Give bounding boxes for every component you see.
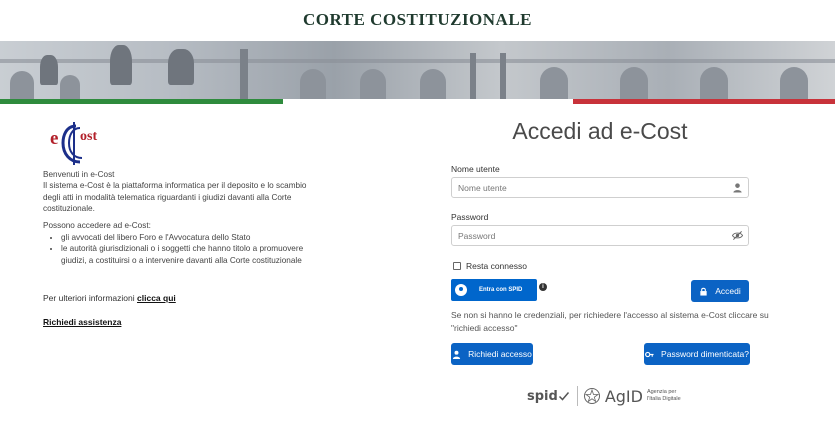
password-input[interactable]: [452, 226, 722, 246]
platform-description: Il sistema e-Cost è la piattaforma infor…: [43, 181, 307, 214]
key-icon: [645, 351, 654, 357]
username-field[interactable]: [451, 177, 749, 198]
user-icon: [733, 183, 742, 193]
svg-text:ost: ost: [80, 129, 97, 144]
agid-subtitle: Agenzia per l'Italia Digitale: [646, 389, 681, 402]
access-title: Possono accedere ad e-Cost:: [43, 220, 151, 230]
username-input[interactable]: [452, 178, 722, 198]
intro-text: Benvenuti in e-Cost Il sistema e-Cost è …: [43, 169, 318, 266]
flag-stripe-red: [573, 99, 835, 104]
info-icon[interactable]: i: [539, 283, 547, 291]
more-info-link[interactable]: clicca qui: [137, 293, 176, 303]
welcome-text: Benvenuti in e-Cost: [43, 170, 115, 179]
access-list-item: le autorità giurisdizionali o i soggetti…: [61, 243, 318, 266]
header-banner-image: [0, 41, 835, 99]
more-info-text: Per ulteriori informazioni: [43, 293, 135, 303]
access-list-item: gli avvocati del libero Foro e l'Avvocat…: [61, 232, 318, 243]
more-info: Per ulteriori informazioni clicca qui: [43, 293, 176, 303]
user-icon: [453, 350, 461, 359]
spid-user-icon: [455, 284, 467, 296]
agid-logo-text: AgID: [604, 386, 643, 406]
spid-button-label: Entra con SPID: [479, 287, 523, 293]
username-label: Nome utente: [451, 164, 500, 174]
spid-login-button[interactable]: Entra con SPID: [451, 279, 537, 301]
flag-stripe-green: [0, 99, 283, 104]
logo-divider: [576, 386, 578, 406]
login-button[interactable]: Accedi: [691, 280, 749, 302]
request-access-button[interactable]: Richiedi accesso: [451, 343, 533, 365]
assistance-link[interactable]: Richiedi assistenza: [43, 317, 121, 327]
svg-text:e: e: [50, 128, 58, 149]
remember-me[interactable]: Resta connesso: [453, 261, 527, 271]
remember-checkbox[interactable]: [453, 262, 461, 270]
login-title: Accedi ad e-Cost: [512, 118, 688, 144]
request-access-label: Richiedi accesso: [468, 349, 532, 359]
password-label: Password: [451, 212, 489, 222]
lock-icon: [700, 287, 707, 296]
access-list: gli avvocati del libero Foro e l'Avvocat…: [61, 232, 318, 266]
forgot-password-button[interactable]: Password dimenticata?: [644, 343, 750, 365]
flag-stripe-white: [283, 99, 573, 104]
republic-emblem-icon: [583, 388, 600, 404]
password-field[interactable]: [451, 225, 749, 246]
footer-logos: spid AgID Agenzia per l'Italia Digitale: [527, 386, 681, 406]
forgot-password-label: Password dimenticata?: [661, 349, 749, 359]
check-icon: [558, 392, 569, 401]
eye-icon[interactable]: [732, 230, 743, 241]
site-title: CORTE COSTITUZIONALE: [302, 10, 533, 29]
login-button-label: Accedi: [715, 286, 741, 296]
request-access-note: Se non si hanno le credenziali, per rich…: [451, 310, 769, 333]
spid-logo: spid: [527, 389, 570, 404]
remember-label: Resta connesso: [466, 261, 527, 271]
ecost-logo: e ost: [50, 118, 114, 168]
